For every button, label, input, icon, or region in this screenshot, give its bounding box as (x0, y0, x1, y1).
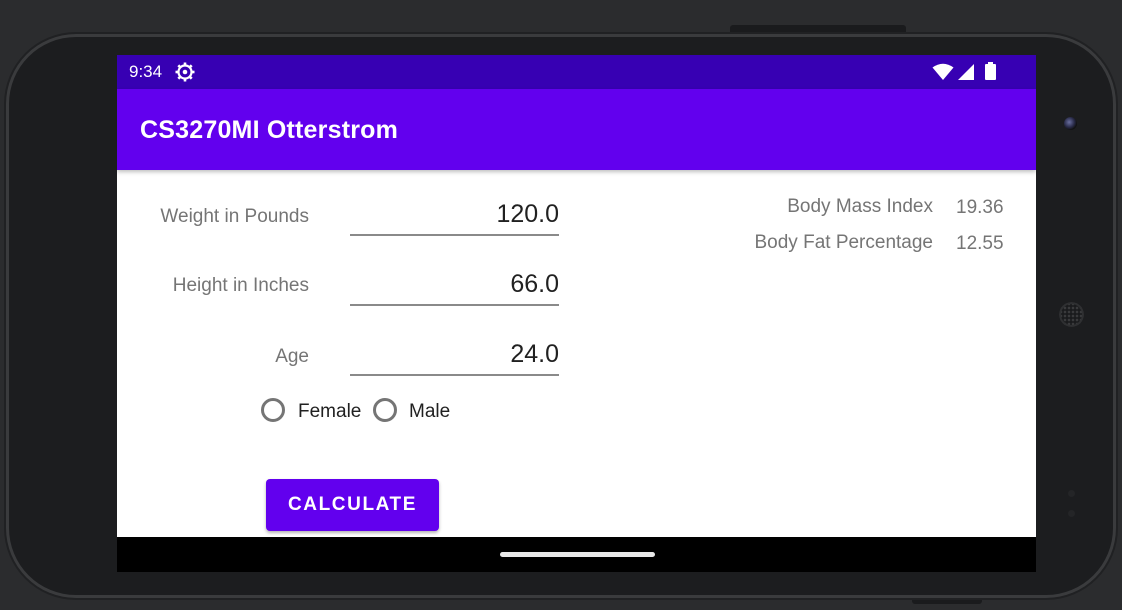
height-field[interactable] (350, 268, 559, 306)
calculate-button[interactable]: CALCULATE (266, 479, 439, 531)
home-gesture-handle[interactable] (500, 552, 655, 557)
device-speaker (1059, 302, 1084, 327)
height-label: Height in Inches (172, 275, 309, 296)
device-sensor (1068, 490, 1075, 497)
age-field[interactable] (350, 338, 559, 376)
bmi-label: Body Mass Index (787, 196, 933, 217)
male-radio[interactable] (373, 398, 397, 422)
age-label: Age (275, 346, 309, 367)
body-fat-label: Body Fat Percentage (754, 232, 934, 253)
app-screen: 9:34 CS3270MI Otterstrom Weight in Pound… (117, 55, 1036, 572)
device-top-button (730, 25, 906, 32)
gear-icon (175, 62, 195, 82)
body-fat-value: 12.55 (956, 233, 1004, 254)
female-radio-label[interactable]: Female (298, 401, 361, 423)
front-camera (1064, 117, 1077, 130)
weight-label: Weight in Pounds (160, 206, 309, 227)
navigation-bar (117, 537, 1036, 572)
height-input[interactable] (350, 268, 559, 304)
device-sensor (1068, 510, 1075, 517)
female-radio[interactable] (261, 398, 285, 422)
bmi-value: 19.36 (956, 197, 1004, 218)
app-bar: CS3270MI Otterstrom (117, 89, 1036, 170)
signal-icon (958, 64, 974, 80)
status-time: 9:34 (129, 62, 163, 81)
male-radio-label[interactable]: Male (409, 401, 450, 423)
device-bottom-button (912, 598, 982, 604)
age-input[interactable] (350, 338, 559, 374)
battery-icon (985, 62, 996, 80)
weight-input[interactable] (350, 198, 559, 234)
status-bar: 9:34 (117, 55, 1036, 89)
wifi-icon (932, 63, 954, 80)
weight-field[interactable] (350, 198, 559, 236)
app-title: CS3270MI Otterstrom (140, 116, 399, 144)
